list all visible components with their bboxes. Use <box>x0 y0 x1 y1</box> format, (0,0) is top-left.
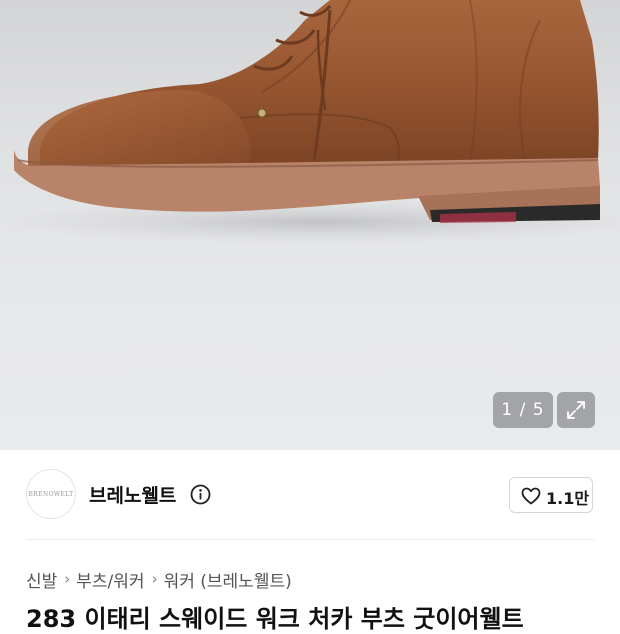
like-button[interactable]: 1.1만 <box>509 477 593 513</box>
brand-row: BRENOWELT 브레노웰트 1.1만 <box>0 450 620 540</box>
breadcrumb: 신발 › 부츠/워커 › 워커 (브레노웰트) <box>26 567 292 592</box>
divider <box>26 539 594 540</box>
chevron-right-icon: › <box>64 570 71 588</box>
product-image-gallery[interactable]: 1 / 5 <box>0 0 620 450</box>
product-image <box>0 0 620 244</box>
brand-logo-text: BRENOWELT <box>28 491 74 498</box>
like-count: 1.1만 <box>546 489 590 508</box>
breadcrumb-item-shoes[interactable]: 신발 <box>26 567 57 592</box>
brand-name[interactable]: 브레노웰트 <box>89 481 176 508</box>
image-counter: 1 / 5 <box>493 392 553 428</box>
brand-logo[interactable]: BRENOWELT <box>26 469 76 519</box>
heart-icon <box>521 487 541 505</box>
expand-icon <box>567 401 585 419</box>
breadcrumb-item-walker[interactable]: 워커 (브레노웰트) <box>164 567 292 592</box>
chevron-right-icon: › <box>151 570 158 588</box>
info-icon[interactable] <box>190 484 211 505</box>
product-title: 283 이태리 스웨이드 워크 처카 부츠 굿이어웰트 <box>26 605 524 633</box>
breadcrumb-item-boots[interactable]: 부츠/워커 <box>76 567 144 592</box>
expand-image-button[interactable] <box>557 392 595 428</box>
